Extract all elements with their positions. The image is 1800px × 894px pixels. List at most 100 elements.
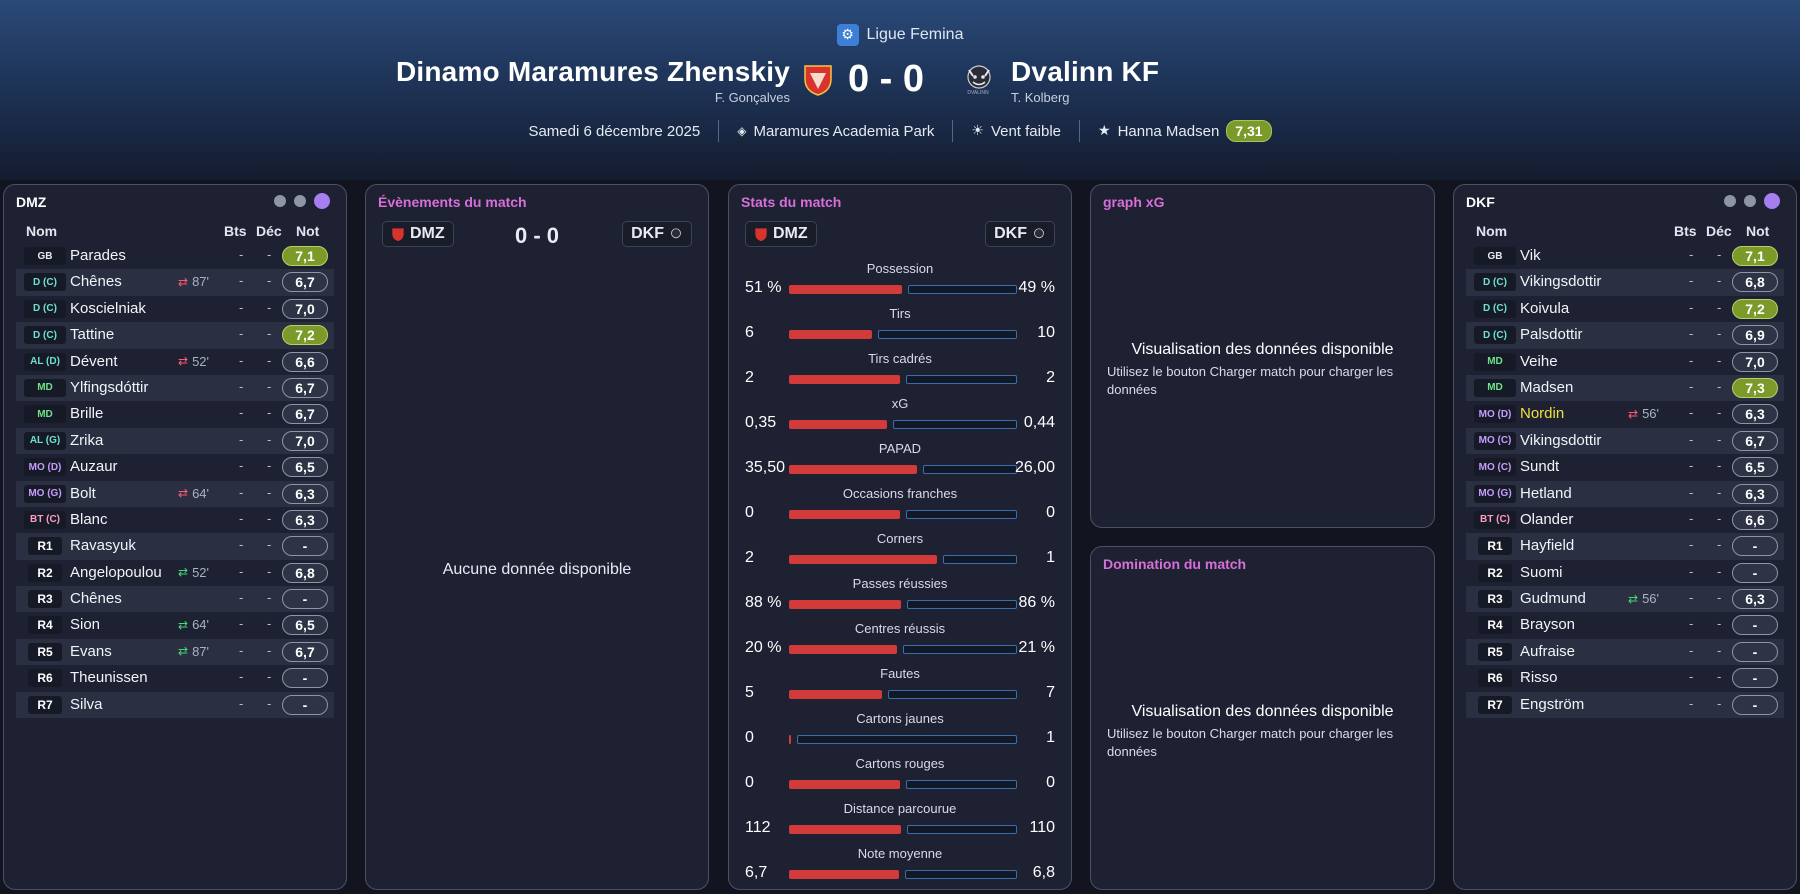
player-row[interactable]: D (C) Chênes ⇄ 87' - -6,7 <box>16 269 334 296</box>
player-row[interactable]: BT (C) Olander - -6,6 <box>1466 507 1784 533</box>
player-name[interactable]: Ravasyuk <box>70 537 136 554</box>
player-rating: 6,8 <box>282 562 328 583</box>
player-name[interactable]: Vikingsdottir <box>1520 273 1601 290</box>
player-row[interactable]: R5 Aufraise - - - <box>1466 638 1784 666</box>
player-row[interactable]: R7 Engström - - - <box>1466 691 1784 719</box>
player-name[interactable]: Blanc <box>70 511 108 528</box>
player-row[interactable]: R3 Chênes - - - <box>16 586 334 613</box>
player-row[interactable]: R1 Hayfield - - - <box>1466 533 1784 560</box>
player-row[interactable]: MD Veihe - -7,0 <box>1466 349 1784 375</box>
player-name[interactable]: Zrika <box>70 432 103 449</box>
player-row[interactable]: D (C) Koscielniak - -7,0 <box>16 296 334 322</box>
player-name[interactable]: Olander <box>1520 511 1573 528</box>
player-position: AL (D) <box>24 352 66 371</box>
player-row[interactable]: MO (D) Nordin ⇄ 56' - -6,3 <box>1466 401 1784 427</box>
view-dot-2[interactable] <box>1744 195 1756 207</box>
away-team-name[interactable]: Dvalinn KF <box>1011 56 1159 88</box>
player-row[interactable]: R6 Theunissen - - - <box>16 665 334 691</box>
player-name[interactable]: Brille <box>70 405 103 422</box>
away-crest-icon <box>1034 227 1044 238</box>
player-row[interactable]: R5 Evans ⇄ 87' - -6,7 <box>16 638 334 666</box>
player-name[interactable]: Madsen <box>1520 379 1573 396</box>
player-row[interactable]: R6 Risso - - - <box>1466 665 1784 691</box>
player-name[interactable]: Ylfingsdóttir <box>70 379 148 396</box>
player-row[interactable]: R2 Angelopoulou ⇄ 52' - -6,8 <box>16 560 334 586</box>
player-name[interactable]: Sion <box>70 616 100 633</box>
player-name[interactable]: Vik <box>1520 247 1541 264</box>
col-rating[interactable]: Not <box>296 223 319 239</box>
player-name[interactable]: Nordin <box>1520 405 1564 422</box>
player-name[interactable]: Gudmund <box>1520 590 1586 607</box>
player-row[interactable]: R7 Silva - - - <box>16 691 334 719</box>
player-row[interactable]: R1 Ravasyuk - - - <box>16 533 334 560</box>
col-goals[interactable]: Bts <box>1674 223 1697 239</box>
player-row[interactable]: MD Madsen - -7,3 <box>1466 374 1784 402</box>
player-name[interactable]: Engström <box>1520 696 1584 713</box>
player-row[interactable]: AL (D) Dévent ⇄ 52' - -6,6 <box>16 349 334 375</box>
col-name[interactable]: Nom <box>1476 223 1507 239</box>
player-name[interactable]: Palsdottir <box>1520 326 1583 343</box>
col-goals[interactable]: Bts <box>224 223 247 239</box>
view-dot-3-active[interactable] <box>1764 193 1780 209</box>
player-name[interactable]: Auzaur <box>70 458 118 475</box>
player-row[interactable]: R4 Brayson - - - <box>1466 612 1784 638</box>
player-name[interactable]: Hayfield <box>1520 537 1574 554</box>
player-row[interactable]: MO (C) Sundt - -6,5 <box>1466 454 1784 480</box>
stat-row: Note moyenne 6,7 6,8 <box>745 846 1055 890</box>
player-row[interactable]: D (C) Tattine - -7,2 <box>16 322 334 349</box>
player-decisions: - <box>1717 616 1722 632</box>
player-name[interactable]: Parades <box>70 247 126 264</box>
player-of-match[interactable]: ★ Hanna Madsen 7,31 <box>1080 120 1290 142</box>
player-name[interactable]: Angelopoulou <box>70 564 162 581</box>
player-name[interactable]: Risso <box>1520 669 1558 686</box>
player-row[interactable]: MO (G) Hetland - -6,3 <box>1466 480 1784 507</box>
player-row[interactable]: BT (C) Blanc - -6,3 <box>16 507 334 533</box>
home-team-block[interactable]: Dinamo Maramures Zhenskiy F. Gonçalves <box>396 56 790 105</box>
player-name[interactable]: Tattine <box>70 326 114 343</box>
player-row[interactable]: R3 Gudmund ⇄ 56' - -6,3 <box>1466 586 1784 613</box>
col-decisions[interactable]: Déc <box>1706 223 1732 239</box>
player-name[interactable]: Aufraise <box>1520 643 1575 660</box>
player-row[interactable]: MO (G) Bolt ⇄ 64' - -6,3 <box>16 480 334 507</box>
view-dot-3-active[interactable] <box>314 193 330 209</box>
away-lineup-rows: GB Vik - -7,1 D (C) Vikingsdottir - -6,8 D (C) Ko… <box>1466 243 1784 719</box>
stadium-item[interactable]: ◈ Maramures Academia Park <box>719 123 952 140</box>
player-name[interactable]: Veihe <box>1520 353 1558 370</box>
player-name[interactable]: Sundt <box>1520 458 1559 475</box>
view-dot-1[interactable] <box>274 195 286 207</box>
player-row[interactable]: MD Brille - -6,7 <box>16 401 334 427</box>
player-row[interactable]: D (C) Palsdottir - -6,9 <box>1466 322 1784 349</box>
player-name[interactable]: Dévent <box>70 353 118 370</box>
away-team-block[interactable]: Dvalinn KF T. Kolberg <box>1011 56 1159 105</box>
league-label[interactable]: ⚙ Ligue Femina <box>0 24 1800 46</box>
player-row[interactable]: MO (C) Vikingsdottir - -6,7 <box>1466 427 1784 455</box>
xg-panel-title: graph xG <box>1103 194 1165 210</box>
player-name[interactable]: Suomi <box>1520 564 1563 581</box>
col-rating[interactable]: Not <box>1746 223 1769 239</box>
player-row[interactable]: R2 Suomi - - - <box>1466 560 1784 586</box>
home-team-name[interactable]: Dinamo Maramures Zhenskiy <box>396 56 790 88</box>
player-name[interactable]: Theunissen <box>70 669 148 686</box>
player-name[interactable]: Chênes <box>70 273 122 290</box>
player-row[interactable]: D (C) Vikingsdottir - -6,8 <box>1466 269 1784 296</box>
col-name[interactable]: Nom <box>26 223 57 239</box>
player-row[interactable]: GB Vik - -7,1 <box>1466 243 1784 269</box>
player-name[interactable]: Bolt <box>70 485 96 502</box>
view-dot-1[interactable] <box>1724 195 1736 207</box>
player-name[interactable]: Koscielniak <box>70 300 146 317</box>
player-row[interactable]: MO (D) Auzaur - -6,5 <box>16 454 334 480</box>
player-row[interactable]: AL (G) Zrika - -7,0 <box>16 427 334 455</box>
player-name[interactable]: Evans <box>70 643 112 660</box>
player-row[interactable]: R4 Sion ⇄ 64' - -6,5 <box>16 612 334 638</box>
player-row[interactable]: GB Parades - -7,1 <box>16 243 334 269</box>
player-name[interactable]: Vikingsdottir <box>1520 432 1601 449</box>
player-row[interactable]: D (C) Koivula - -7,2 <box>1466 296 1784 322</box>
player-name[interactable]: Chênes <box>70 590 122 607</box>
player-name[interactable]: Hetland <box>1520 485 1572 502</box>
player-row[interactable]: MD Ylfingsdóttir - -6,7 <box>16 374 334 402</box>
view-dot-2[interactable] <box>294 195 306 207</box>
player-name[interactable]: Silva <box>70 696 103 713</box>
player-name[interactable]: Brayson <box>1520 616 1575 633</box>
player-name[interactable]: Koivula <box>1520 300 1569 317</box>
col-decisions[interactable]: Déc <box>256 223 282 239</box>
